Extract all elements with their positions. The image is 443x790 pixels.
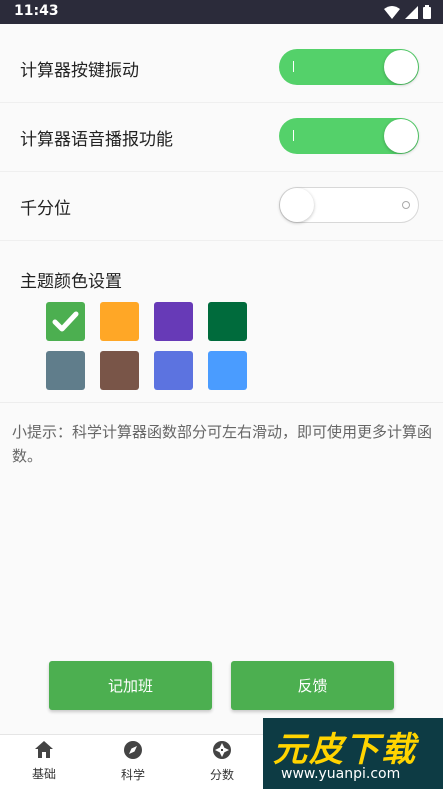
watermark-text: 元皮下载	[273, 730, 417, 770]
tip-text: 小提示：科学计算器函数部分可左右滑动，即可使用更多计算函数。	[12, 423, 433, 465]
setting-label: 计算器按键振动	[20, 61, 139, 81]
toggle-off-mark	[402, 201, 410, 209]
voice-broadcast-toggle[interactable]	[279, 118, 419, 154]
nav-item-basic[interactable]: 基础	[14, 741, 74, 782]
toggle-knob	[280, 188, 314, 222]
signal-icon	[405, 5, 418, 19]
watermark-logo: 元皮下载 www.yuanpi.com	[263, 718, 443, 789]
status-bar: 11:43	[0, 0, 443, 24]
theme-swatch-purple[interactable]	[154, 302, 193, 341]
theme-swatch-green[interactable]	[46, 302, 85, 341]
setting-label: 千分位	[20, 199, 71, 219]
toggle-knob	[384, 50, 418, 84]
watermark-url: www.yuanpi.com	[281, 766, 401, 782]
battery-icon	[423, 5, 431, 19]
home-icon	[35, 741, 53, 758]
theme-swatch-dark-green[interactable]	[208, 302, 247, 341]
theme-swatch-brown[interactable]	[100, 351, 139, 390]
nav-label: 分数	[209, 768, 234, 782]
compass-icon	[124, 741, 142, 759]
setting-label: 计算器语音播报功能	[20, 130, 173, 150]
nav-label: 基础	[31, 767, 56, 781]
setting-row-key-vibration: 计算器按键振动	[0, 34, 443, 103]
status-time: 11:43	[14, 3, 59, 19]
record-overtime-button[interactable]: 记加班	[49, 661, 212, 710]
wifi-icon	[384, 5, 400, 19]
aperture-icon	[213, 741, 231, 759]
check-icon	[52, 311, 79, 332]
nav-item-scientific[interactable]: 科学	[103, 741, 163, 783]
status-icons	[384, 5, 431, 19]
thousands-separator-toggle[interactable]	[279, 187, 419, 223]
theme-swatch-blue[interactable]	[208, 351, 247, 390]
toggle-knob	[384, 119, 418, 153]
feedback-button[interactable]: 反馈	[231, 661, 394, 710]
theme-color-title: 主题颜色设置	[20, 272, 122, 292]
toggle-on-mark	[293, 130, 294, 141]
theme-swatch-blue-grey[interactable]	[46, 351, 85, 390]
key-vibration-toggle[interactable]	[279, 49, 419, 85]
theme-swatch-orange[interactable]	[100, 302, 139, 341]
setting-row-thousands-separator: 千分位	[0, 172, 443, 241]
nav-label: 科学	[120, 768, 145, 782]
setting-row-voice-broadcast: 计算器语音播报功能	[0, 103, 443, 172]
toggle-on-mark	[293, 61, 294, 72]
theme-swatch-indigo[interactable]	[154, 351, 193, 390]
nav-item-fraction[interactable]: 分数	[192, 741, 252, 783]
section-divider	[0, 402, 443, 403]
